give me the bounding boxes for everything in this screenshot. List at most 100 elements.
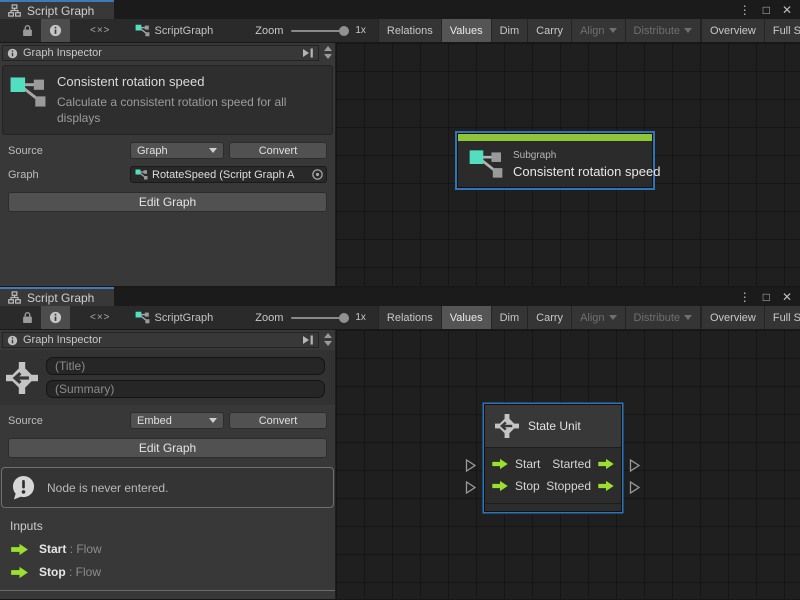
script-graph-window-top: Script Graph ⋮ □ ✕ <×> ScriptGraph Zoom … (0, 0, 800, 287)
input-port-label[interactable]: Start (515, 457, 540, 471)
node-footer (485, 503, 621, 511)
convert-button[interactable]: Convert (229, 412, 327, 429)
source-dropdown[interactable]: Embed (130, 412, 224, 429)
zoom-slider-handle[interactable] (339, 313, 349, 323)
graph-inspector-panel: Graph Inspector Consistent rotation spee… (0, 43, 336, 286)
inspector-scroll-arrows[interactable] (324, 333, 332, 346)
code-preview-button[interactable]: <×> (82, 306, 119, 329)
graph-canvas[interactable]: State Unit Start Started Stop (336, 330, 800, 599)
state-unit-node[interactable]: State Unit Start Started Stop (484, 404, 622, 512)
chevron-down-icon (684, 28, 692, 33)
maximize-icon[interactable]: □ (763, 4, 770, 16)
values-button[interactable]: Values (441, 306, 491, 329)
source-row: Source Graph Convert (8, 142, 327, 159)
input-port-stop: Stop : Flow (10, 565, 325, 579)
flow-arrow-icon[interactable] (491, 480, 509, 492)
flow-arrow-icon[interactable] (597, 458, 615, 470)
convert-button[interactable]: Convert (229, 142, 327, 159)
align-dropdown[interactable]: Align (571, 19, 624, 42)
tab-bar: Script Graph ⋮ □ ✕ (0, 0, 800, 19)
dock-panel-icon[interactable] (302, 335, 314, 345)
scroll-up-icon[interactable] (324, 46, 332, 51)
distribute-dropdown[interactable]: Distribute (625, 19, 701, 42)
node-title: Consistent rotation speed (57, 74, 319, 89)
graph-object-field[interactable]: RotateSpeed (Script Graph A (130, 166, 327, 183)
warning-bubble-icon (11, 475, 36, 500)
inputs-header: Inputs (10, 519, 325, 533)
chevron-down-icon (209, 148, 217, 153)
flow-arrow-icon[interactable] (491, 458, 509, 470)
fullscreen-button[interactable]: Full Screen (764, 19, 800, 42)
relations-button[interactable]: Relations (378, 19, 441, 42)
source-label: Source (8, 415, 130, 427)
title-input[interactable] (46, 357, 325, 375)
input-port-label[interactable]: Stop (515, 479, 540, 493)
inspector-scroll-arrows[interactable] (324, 46, 332, 59)
overview-button[interactable]: Overview (701, 19, 764, 42)
output-port-label[interactable]: Stopped (546, 479, 591, 493)
zoom-slider-handle[interactable] (339, 26, 349, 36)
scroll-up-icon[interactable] (324, 333, 332, 338)
overview-button[interactable]: Overview (701, 306, 764, 329)
maximize-icon[interactable]: □ (763, 291, 770, 303)
carry-button[interactable]: Carry (527, 306, 571, 329)
script-graph-window-bottom: Script Graph ⋮ □ ✕ <×> ScriptGraph Zoom … (0, 287, 800, 600)
align-dropdown[interactable]: Align (571, 306, 624, 329)
input-port-start: Start : Flow (10, 542, 325, 556)
port-row-stop: Stop Stopped (491, 475, 615, 497)
zoom-label: Zoom (255, 312, 283, 324)
dim-button[interactable]: Dim (491, 19, 528, 42)
close-icon[interactable]: ✕ (782, 4, 792, 16)
warning-box: Node is never entered. (1, 467, 334, 508)
external-port-triangle[interactable] (629, 459, 641, 472)
info-icon (49, 311, 62, 324)
edit-graph-button[interactable]: Edit Graph (8, 192, 327, 212)
distribute-dropdown[interactable]: Distribute (625, 306, 701, 329)
code-preview-button[interactable]: <×> (82, 19, 119, 42)
zoom-slider[interactable] (291, 30, 347, 32)
lock-button[interactable] (14, 19, 41, 42)
relations-button[interactable]: Relations (378, 306, 441, 329)
external-port-triangle[interactable] (465, 459, 477, 472)
subgraph-node[interactable]: Subgraph Consistent rotation speed (457, 133, 653, 188)
state-unit-icon (6, 361, 38, 395)
dim-button[interactable]: Dim (491, 306, 528, 329)
tab-script-graph[interactable]: Script Graph (0, 0, 114, 19)
graph-canvas[interactable]: Subgraph Consistent rotation speed (336, 43, 800, 286)
lock-button[interactable] (14, 306, 41, 329)
menu-icon[interactable]: ⋮ (739, 291, 751, 303)
state-unit-header: State Unit (485, 405, 621, 448)
graph-inspector-panel: Graph Inspector Source Embed (0, 330, 336, 599)
state-unit-icon (495, 414, 519, 438)
dock-panel-icon[interactable] (302, 48, 314, 58)
values-button[interactable]: Values (441, 19, 491, 42)
script-graph-asset-icon (135, 24, 150, 37)
tab-script-graph[interactable]: Script Graph (0, 287, 114, 306)
graph-field-label: Graph (8, 169, 130, 181)
close-icon[interactable]: ✕ (782, 291, 792, 303)
summary-input[interactable] (46, 380, 325, 398)
object-picker-icon[interactable] (311, 168, 324, 181)
carry-button[interactable]: Carry (527, 19, 571, 42)
zoom-control: Zoom 1x (255, 25, 366, 37)
edit-graph-button[interactable]: Edit Graph (8, 438, 327, 458)
external-port-triangle[interactable] (629, 481, 641, 494)
graph-toolbar: <×> ScriptGraph Zoom 1x Relations Values… (0, 306, 800, 330)
menu-icon[interactable]: ⋮ (739, 4, 751, 16)
flow-arrow-icon[interactable] (597, 480, 615, 492)
fullscreen-button[interactable]: Full Screen (764, 306, 800, 329)
zoom-slider[interactable] (291, 317, 347, 319)
lock-icon (22, 24, 33, 37)
graph-breadcrumb[interactable]: ScriptGraph (135, 311, 214, 324)
external-port-triangle[interactable] (465, 481, 477, 494)
node-kind-label: Subgraph (513, 150, 660, 161)
output-port-label[interactable]: Started (552, 457, 591, 471)
inspect-toggle-button[interactable] (41, 19, 70, 42)
scroll-down-icon[interactable] (324, 54, 332, 59)
inspect-toggle-button[interactable] (41, 306, 70, 329)
tab-label: Script Graph (27, 291, 94, 305)
source-dropdown[interactable]: Graph (130, 142, 224, 159)
scroll-down-icon[interactable] (324, 341, 332, 346)
graph-breadcrumb[interactable]: ScriptGraph (135, 24, 214, 37)
script-graph-asset-icon (135, 169, 148, 180)
